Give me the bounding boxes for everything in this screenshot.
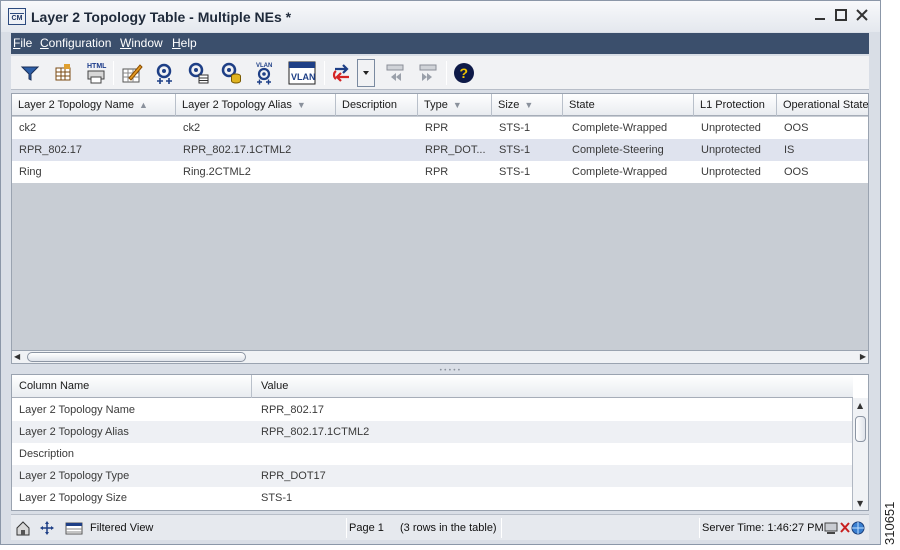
chevron-down-icon xyxy=(363,71,369,75)
filter-button[interactable] xyxy=(17,60,43,86)
close-icon xyxy=(856,9,868,21)
ring-database-icon xyxy=(221,62,241,84)
svg-text:HTML: HTML xyxy=(87,63,107,70)
table-icon xyxy=(55,64,71,81)
reroute-button[interactable] xyxy=(329,60,355,86)
vlan-ring-icon: VLAN xyxy=(256,63,272,85)
filter-indicator-icon: ▼ xyxy=(524,100,534,110)
svg-text:VLAN: VLAN xyxy=(291,72,316,82)
svg-text:?: ? xyxy=(460,65,469,81)
fast-forward-icon xyxy=(419,64,437,81)
status-bar: Filtered View Page 1 (3 rows in the tabl… xyxy=(11,514,869,540)
column-header-type[interactable]: Type ▼ xyxy=(418,94,492,116)
horizontal-scrollbar[interactable]: ◀ ▶ xyxy=(11,350,869,364)
vlan-ring-button[interactable]: VLAN xyxy=(251,60,277,86)
html-print-icon: HTML xyxy=(87,63,107,84)
add-ring-button[interactable] xyxy=(152,60,178,86)
filter-indicator-icon: ▼ xyxy=(296,100,306,110)
filter-indicator-icon: ▼ xyxy=(452,100,462,110)
move-arrows-icon xyxy=(40,521,54,535)
filter-view-button[interactable] xyxy=(65,518,85,538)
column-header-l1-protection[interactable]: L1 Protection xyxy=(694,94,777,116)
page-indicator: Page 1 xyxy=(349,522,384,534)
column-header-column-name[interactable]: Column Name xyxy=(12,375,252,398)
column-header-description[interactable]: Description xyxy=(336,94,418,116)
table-export-button[interactable] xyxy=(50,60,76,86)
minimize-icon xyxy=(815,18,825,20)
details-table: Column Name Value Layer 2 Topology Name … xyxy=(11,374,869,511)
close-button[interactable] xyxy=(854,7,870,25)
ring-add-icon xyxy=(156,63,172,84)
column-header-operational-state[interactable]: Operational State xyxy=(777,94,868,116)
table-row[interactable]: ck2 ck2 RPR STS-1 Complete-Wrapped Unpro… xyxy=(12,117,868,139)
help-icon: ? xyxy=(454,63,474,83)
rewind-icon xyxy=(386,64,404,81)
menu-file[interactable]: File xyxy=(13,36,32,50)
main-window: CM Layer 2 Topology Table - Multiple NEs… xyxy=(0,0,881,545)
window-title: Layer 2 Topology Table - Multiple NEs * xyxy=(31,9,292,25)
vlan-button[interactable]: VLAN xyxy=(287,60,317,86)
connection-status[interactable] xyxy=(824,518,866,538)
next-page-button[interactable] xyxy=(415,60,441,86)
details-header: Column Name Value xyxy=(12,375,853,398)
detail-row[interactable]: Layer 2 Topology Alias RPR_802.17.1CTML2 xyxy=(12,421,853,443)
detail-row[interactable]: Layer 2 Topology Size STS-1 xyxy=(12,487,853,509)
figure-number: 310651 xyxy=(882,501,897,545)
detail-row[interactable]: Layer 2 Topology Type RPR_DOT17 xyxy=(12,465,853,487)
home-button[interactable] xyxy=(15,518,33,538)
server-time: Server Time: 1:46:27 PM xyxy=(702,522,824,534)
scroll-left-icon[interactable]: ◀ xyxy=(14,352,20,361)
menu-bar: File Configuration Window Help xyxy=(11,33,869,54)
menu-configuration[interactable]: Configuration xyxy=(40,36,111,50)
maximize-icon xyxy=(835,9,847,21)
edit-grid-icon xyxy=(122,64,143,83)
detail-row[interactable]: Layer 2 Topology Name RPR_802.17 xyxy=(12,399,853,421)
pane-splitter[interactable]: ••••• xyxy=(11,364,869,374)
column-header-name[interactable]: Layer 2 Topology Name ▲ xyxy=(12,94,176,116)
column-header-state[interactable]: State xyxy=(563,94,694,116)
move-button[interactable] xyxy=(39,518,57,538)
ring-properties-button[interactable] xyxy=(185,60,211,86)
scroll-right-icon[interactable]: ▶ xyxy=(860,352,866,361)
network-disconnected-icon xyxy=(824,521,865,535)
scroll-down-icon[interactable]: ▼ xyxy=(857,499,863,508)
ring-database-button[interactable] xyxy=(218,60,244,86)
row-count: (3 rows in the table) xyxy=(400,522,497,534)
scrollbar-thumb[interactable] xyxy=(27,352,246,362)
menu-window[interactable]: Window xyxy=(120,36,163,50)
layer2-topology-table: Layer 2 Topology Name ▲ Layer 2 Topology … xyxy=(11,93,869,351)
maximize-button[interactable] xyxy=(833,7,849,25)
detail-row[interactable]: Description xyxy=(12,443,853,465)
sort-ascending-icon: ▲ xyxy=(138,100,148,110)
html-print-button[interactable]: HTML xyxy=(83,60,109,86)
toolbar: HTML VLAN VLAN ? xyxy=(11,56,869,90)
title-bar[interactable]: CM Layer 2 Topology Table - Multiple NEs… xyxy=(1,1,880,32)
first-page-button[interactable] xyxy=(382,60,408,86)
cisco-app-icon: CM xyxy=(8,8,26,25)
edit-table-button[interactable] xyxy=(119,60,145,86)
scroll-up-icon[interactable]: ▲ xyxy=(857,401,863,410)
table-header: Layer 2 Topology Name ▲ Layer 2 Topology … xyxy=(12,94,868,116)
splitter-grip-icon: ••••• xyxy=(439,367,462,374)
scrollbar-thumb[interactable] xyxy=(855,416,866,442)
column-header-value[interactable]: Value xyxy=(252,375,853,398)
vertical-scrollbar[interactable]: ▲ ▼ xyxy=(852,398,868,510)
vlan-icon: VLAN xyxy=(288,61,316,85)
reroute-dropdown[interactable] xyxy=(357,59,375,87)
filtered-table-icon xyxy=(65,522,83,535)
reroute-arrows-icon xyxy=(332,64,349,82)
help-button[interactable]: ? xyxy=(451,60,477,86)
filtered-view-label: Filtered View xyxy=(90,522,154,534)
menu-help[interactable]: Help xyxy=(172,36,197,50)
column-header-alias[interactable]: Layer 2 Topology Alias ▼ xyxy=(176,94,336,116)
home-icon xyxy=(16,521,30,536)
column-header-size[interactable]: Size ▼ xyxy=(492,94,563,116)
table-row-selected[interactable]: RPR_802.17 RPR_802.17.1CTML2 RPR_DOT... … xyxy=(12,139,868,161)
minimize-button[interactable] xyxy=(812,7,828,25)
filter-icon xyxy=(20,66,40,81)
table-row[interactable]: Ring Ring.2CTML2 RPR STS-1 Complete-Wrap… xyxy=(12,161,868,183)
ring-table-icon xyxy=(188,62,209,84)
